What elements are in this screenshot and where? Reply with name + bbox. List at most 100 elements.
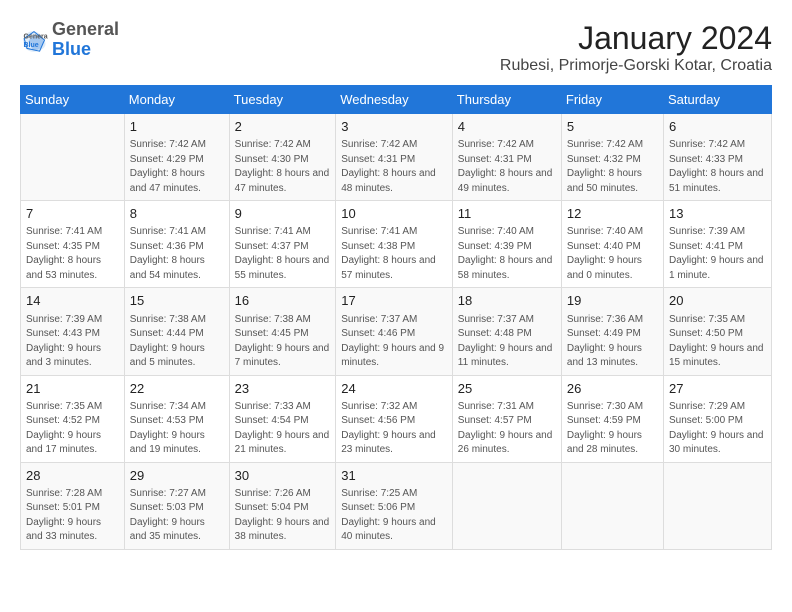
logo-line1: General <box>52 20 119 40</box>
day-info: Sunrise: 7:35 AMSunset: 4:50 PMDaylight:… <box>669 313 766 371</box>
calendar-cell: 23Sunrise: 7:33 AMSunset: 4:54 PMDayligh… <box>229 375 336 462</box>
day-number: 3 <box>341 118 447 136</box>
calendar-cell <box>561 462 663 549</box>
logo-icon: General Blue <box>20 26 48 54</box>
day-number: 7 <box>26 205 119 223</box>
day-info: Sunrise: 7:37 AMSunset: 4:46 PMDaylight:… <box>341 313 447 371</box>
day-number: 29 <box>130 467 224 485</box>
day-number: 12 <box>567 205 658 223</box>
calendar-cell: 9 Sunrise: 7:41 AMSunset: 4:37 PMDaylight… <box>229 201 336 288</box>
calendar-cell: 7 Sunrise: 7:41 AMSunset: 4:35 PMDaylight… <box>21 201 125 288</box>
page-header: General Blue General Blue January 2024 R… <box>20 20 772 75</box>
day-info: Sunrise: 7:27 AMSunset: 5:03 PMDaylight:… <box>130 487 224 545</box>
calendar-cell: 17 Sunrise: 7:37 AMSunset: 4:46 PMDayligh… <box>336 288 453 375</box>
calendar-cell: 11Sunrise: 7:40 AMSunset: 4:39 PMDayligh… <box>452 201 561 288</box>
day-number: 4 <box>458 118 556 136</box>
day-info: Sunrise: 7:42 AMSunset: 4:31 PMDaylight:… <box>341 138 447 196</box>
day-number: 18 <box>458 292 556 310</box>
calendar-header: Sunday Monday Tuesday Wednesday Thursday… <box>21 86 772 114</box>
svg-text:Blue: Blue <box>24 42 39 49</box>
logo-line2: Blue <box>52 40 119 60</box>
title-block: January 2024 Rubesi, Primorje-Gorski Kot… <box>500 20 772 75</box>
calendar-cell: 25 Sunrise: 7:31 AMSunset: 4:57 PMDayligh… <box>452 375 561 462</box>
day-info: Sunrise: 7:34 AMSunset: 4:53 PMDaylight:… <box>130 400 224 458</box>
day-info: Sunrise: 7:37 AMSunset: 4:48 PMDaylight:… <box>458 313 556 371</box>
day-number: 10 <box>341 205 447 223</box>
day-info: Sunrise: 7:38 AMSunset: 4:45 PMDaylight:… <box>235 313 331 371</box>
calendar-cell: 6Sunrise: 7:42 AMSunset: 4:33 PMDaylight… <box>663 114 771 201</box>
day-info: Sunrise: 7:41 AMSunset: 4:35 PMDaylight:… <box>26 225 119 283</box>
day-number: 11 <box>458 205 556 223</box>
col-saturday: Saturday <box>663 86 771 114</box>
day-info: Sunrise: 7:25 AMSunset: 5:06 PMDaylight:… <box>341 487 447 545</box>
day-number: 19 <box>567 292 658 310</box>
calendar-cell <box>21 114 125 201</box>
day-number: 31 <box>341 467 447 485</box>
calendar-cell: 4 Sunrise: 7:42 AMSunset: 4:31 PMDaylight… <box>452 114 561 201</box>
day-info: Sunrise: 7:35 AMSunset: 4:52 PMDaylight:… <box>26 400 119 458</box>
day-info: Sunrise: 7:39 AMSunset: 4:43 PMDaylight:… <box>26 313 119 371</box>
calendar-cell: 19Sunrise: 7:36 AMSunset: 4:49 PMDayligh… <box>561 288 663 375</box>
calendar-week-row: 14Sunrise: 7:39 AMSunset: 4:43 PMDayligh… <box>21 288 772 375</box>
calendar-week-row: 1 Sunrise: 7:42 AMSunset: 4:29 PMDaylight… <box>21 114 772 201</box>
calendar-cell: 10 Sunrise: 7:41 AMSunset: 4:38 PMDayligh… <box>336 201 453 288</box>
day-number: 25 <box>458 380 556 398</box>
day-number: 22 <box>130 380 224 398</box>
day-number: 21 <box>26 380 119 398</box>
day-number: 1 <box>130 118 224 136</box>
calendar-table: Sunday Monday Tuesday Wednesday Thursday… <box>20 85 772 550</box>
svg-text:General: General <box>24 33 49 40</box>
day-number: 28 <box>26 467 119 485</box>
calendar-cell: 26Sunrise: 7:30 AMSunset: 4:59 PMDayligh… <box>561 375 663 462</box>
day-number: 5 <box>567 118 658 136</box>
day-info: Sunrise: 7:40 AMSunset: 4:40 PMDaylight:… <box>567 225 658 283</box>
day-info: Sunrise: 7:41 AMSunset: 4:36 PMDaylight:… <box>130 225 224 283</box>
calendar-cell <box>663 462 771 549</box>
day-number: 9 <box>235 205 331 223</box>
day-info: Sunrise: 7:41 AMSunset: 4:38 PMDaylight:… <box>341 225 447 283</box>
col-monday: Monday <box>124 86 229 114</box>
calendar-cell: 28 Sunrise: 7:28 AMSunset: 5:01 PMDayligh… <box>21 462 125 549</box>
day-info: Sunrise: 7:41 AMSunset: 4:37 PMDaylight:… <box>235 225 331 283</box>
day-number: 13 <box>669 205 766 223</box>
calendar-cell: 21 Sunrise: 7:35 AMSunset: 4:52 PMDayligh… <box>21 375 125 462</box>
day-number: 27 <box>669 380 766 398</box>
calendar-cell: 8Sunrise: 7:41 AMSunset: 4:36 PMDaylight… <box>124 201 229 288</box>
page-title: January 2024 <box>500 20 772 57</box>
calendar-cell: 13Sunrise: 7:39 AMSunset: 4:41 PMDayligh… <box>663 201 771 288</box>
day-number: 24 <box>341 380 447 398</box>
calendar-week-row: 7 Sunrise: 7:41 AMSunset: 4:35 PMDaylight… <box>21 201 772 288</box>
weekday-row: Sunday Monday Tuesday Wednesday Thursday… <box>21 86 772 114</box>
day-number: 20 <box>669 292 766 310</box>
col-wednesday: Wednesday <box>336 86 453 114</box>
calendar-week-row: 28 Sunrise: 7:28 AMSunset: 5:01 PMDayligh… <box>21 462 772 549</box>
day-info: Sunrise: 7:42 AMSunset: 4:31 PMDaylight:… <box>458 138 556 196</box>
day-info: Sunrise: 7:26 AMSunset: 5:04 PMDaylight:… <box>235 487 331 545</box>
calendar-cell: 16 Sunrise: 7:38 AMSunset: 4:45 PMDayligh… <box>229 288 336 375</box>
day-info: Sunrise: 7:31 AMSunset: 4:57 PMDaylight:… <box>458 400 556 458</box>
day-number: 17 <box>341 292 447 310</box>
calendar-week-row: 21 Sunrise: 7:35 AMSunset: 4:52 PMDayligh… <box>21 375 772 462</box>
day-number: 15 <box>130 292 224 310</box>
day-number: 30 <box>235 467 331 485</box>
col-friday: Friday <box>561 86 663 114</box>
calendar-cell: 5Sunrise: 7:42 AMSunset: 4:32 PMDaylight… <box>561 114 663 201</box>
calendar-body: 1 Sunrise: 7:42 AMSunset: 4:29 PMDaylight… <box>21 114 772 550</box>
col-sunday: Sunday <box>21 86 125 114</box>
day-number: 16 <box>235 292 331 310</box>
logo-text: General Blue <box>52 20 119 60</box>
day-info: Sunrise: 7:42 AMSunset: 4:30 PMDaylight:… <box>235 138 331 196</box>
day-info: Sunrise: 7:42 AMSunset: 4:29 PMDaylight:… <box>130 138 224 196</box>
day-info: Sunrise: 7:42 AMSunset: 4:33 PMDaylight:… <box>669 138 766 196</box>
col-thursday: Thursday <box>452 86 561 114</box>
calendar-cell: 24 Sunrise: 7:32 AMSunset: 4:56 PMDayligh… <box>336 375 453 462</box>
calendar-cell: 12 Sunrise: 7:40 AMSunset: 4:40 PMDayligh… <box>561 201 663 288</box>
day-info: Sunrise: 7:32 AMSunset: 4:56 PMDaylight:… <box>341 400 447 458</box>
day-info: Sunrise: 7:28 AMSunset: 5:01 PMDaylight:… <box>26 487 119 545</box>
calendar-cell: 2Sunrise: 7:42 AMSunset: 4:30 PMDaylight… <box>229 114 336 201</box>
day-info: Sunrise: 7:38 AMSunset: 4:44 PMDaylight:… <box>130 313 224 371</box>
day-info: Sunrise: 7:33 AMSunset: 4:54 PMDaylight:… <box>235 400 331 458</box>
calendar-cell: 18 Sunrise: 7:37 AMSunset: 4:48 PMDayligh… <box>452 288 561 375</box>
calendar-cell: 29 Sunrise: 7:27 AMSunset: 5:03 PMDayligh… <box>124 462 229 549</box>
calendar-cell: 1 Sunrise: 7:42 AMSunset: 4:29 PMDaylight… <box>124 114 229 201</box>
